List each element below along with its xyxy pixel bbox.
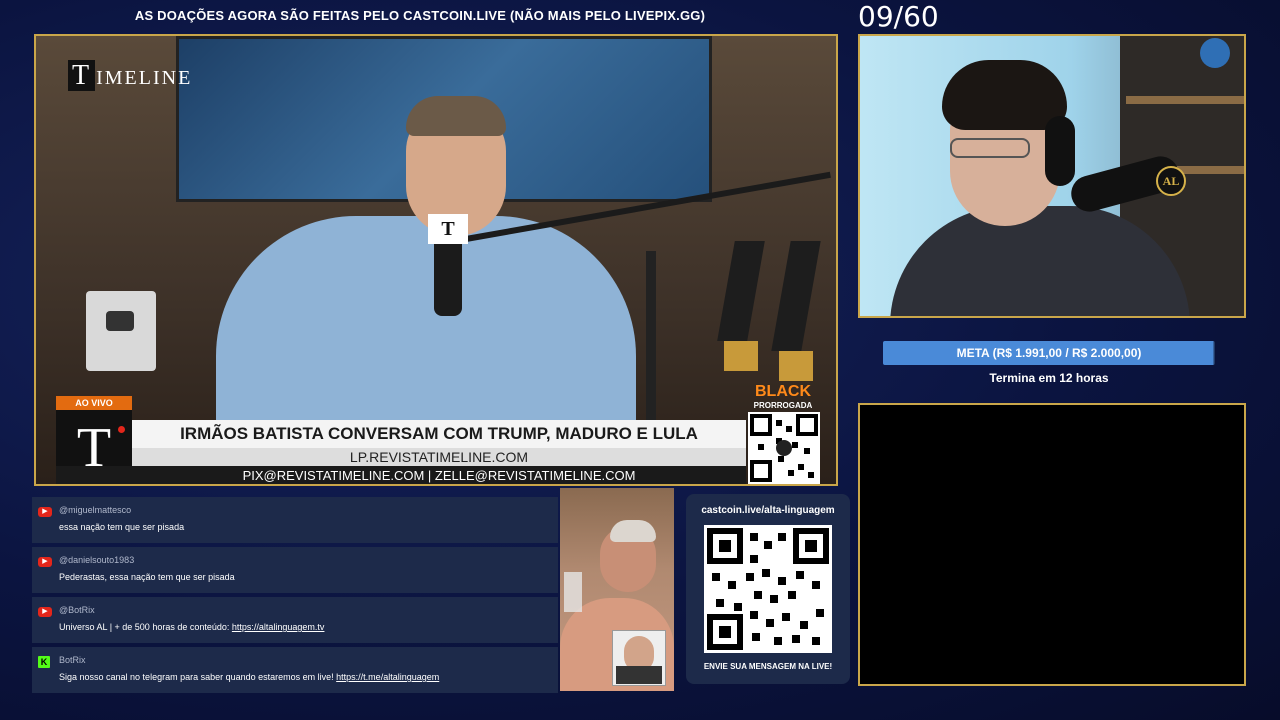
streamer-hair: [942, 60, 1067, 130]
host-hair: [406, 96, 506, 136]
youtube-plaque: [86, 291, 156, 371]
qr-code-icon: [748, 412, 820, 484]
inset-suit: [616, 666, 662, 684]
play-icon: [106, 311, 134, 331]
main-video-feed: T T IMELINE AO VIVO T IRMÃOS BATISTA CONV…: [34, 34, 838, 486]
trophy-base: [779, 351, 813, 381]
donation-notice-banner: AS DOAÇÕES AGORA SÃO FEITAS PELO CASTCOI…: [134, 8, 706, 23]
chat-link[interactable]: https://altalinguagem.tv: [232, 622, 325, 632]
empty-panel: [858, 403, 1246, 686]
chat-username: @miguelmattesco: [59, 505, 132, 515]
glasses: [950, 138, 1030, 158]
donation-qr-icon: [704, 525, 832, 653]
promo-subtitle: PRORROGADA: [753, 401, 813, 410]
chat-text-body: Universo AL | + de 500 horas de conteúdo…: [59, 622, 232, 632]
al-logo-badge: AL: [1156, 166, 1186, 196]
chat-username: @BotRix: [59, 605, 95, 615]
qr-pattern: [750, 414, 818, 482]
chat-message: ▶ @miguelmattesco essa nação tem que ser…: [32, 497, 558, 543]
goal-label: META (R$ 1.991,00 / R$ 2.000,00): [956, 346, 1142, 360]
drinking-glass: [564, 572, 582, 612]
mic-flag: T: [428, 214, 468, 244]
chat-message: ▶ @danielsouto1983 Pederastas, essa naçã…: [32, 547, 558, 593]
timeline-logo: T IMELINE: [68, 60, 192, 92]
headset: [1045, 116, 1075, 186]
trophy-base: [724, 341, 758, 371]
red-dot-icon: [118, 426, 125, 433]
chat-text: essa nação tem que ser pisada: [59, 522, 185, 532]
guest-hair: [610, 520, 656, 542]
donation-url[interactable]: castcoin.live/alta-linguagem: [686, 505, 850, 516]
headline: IRMÃOS BATISTA CONVERSAM COM TRUMP, MADU…: [180, 424, 698, 443]
chat-text: Siga nosso canal no telegram para saber …: [59, 672, 439, 682]
chat-feed: ▶ @miguelmattesco essa nação tem que ser…: [32, 497, 558, 695]
trophy: [717, 241, 765, 341]
qr-pattern: [707, 528, 829, 650]
guest-camera: [560, 488, 674, 691]
chat-text-body: Siga nosso canal no telegram para saber …: [59, 672, 337, 682]
chat-username: @danielsouto1983: [59, 555, 135, 565]
chat-message: K BotRix Siga nosso canal no telegram pa…: [32, 647, 558, 693]
streamer-webcam: AL: [858, 34, 1246, 318]
play-icon: ▶: [42, 508, 48, 515]
chat-text: Pederastas, essa nação tem que ser pisad…: [59, 572, 235, 582]
live-tag: AO VIVO: [56, 396, 132, 410]
counter: 09/60: [858, 0, 939, 33]
timeline-logo-initial: T: [68, 60, 96, 91]
payment-info: PIX@REVISTATIMELINE.COM | ZELLE@REVISTAT…: [242, 468, 636, 483]
play-icon: ▶: [42, 608, 48, 615]
trophy: [771, 241, 821, 351]
goal-time-remaining: Termina em 12 horas: [989, 371, 1109, 385]
chat-link[interactable]: https://t.me/altalinguagem: [336, 672, 439, 682]
shelf-row: [1126, 96, 1244, 104]
kick-k-icon: K: [40, 657, 48, 667]
chat-message: ▶ @BotRix Universo AL | + de 500 horas d…: [32, 597, 558, 643]
timeline-logo-text: IMELINE: [96, 67, 193, 89]
play-icon: ▶: [42, 558, 48, 565]
globe: [1200, 38, 1230, 68]
promo-tag: BLACK PRORROGADA: [748, 384, 818, 412]
chat-text: Universo AL | + de 500 horas de conteúdo…: [59, 622, 324, 632]
promo-title: BLACK: [755, 383, 811, 400]
chat-username: BotRix: [59, 655, 86, 665]
site-url: LP.REVISTATIMELINE.COM: [349, 449, 529, 465]
donation-cta: ENVIE SUA MENSAGEM NA LIVE!: [703, 662, 833, 671]
